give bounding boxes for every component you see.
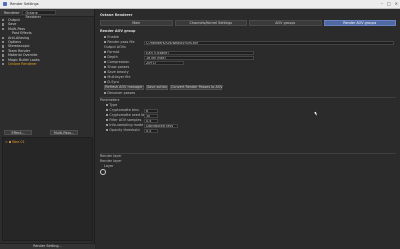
cryptomatte-bins-row: Cryptomatte bins [106,108,139,112]
denoiser-row[interactable]: Denoiser passes [104,91,135,95]
info-sampling-dropdown[interactable]: Distributed rays [144,124,178,128]
minimize-icon[interactable]: – [381,1,383,6]
right-pane: Octane Renderer Main Channels/Kernel Set… [96,9,400,249]
window-title: Render Settings [10,2,39,6]
tab-main[interactable]: Main [100,20,173,26]
cryptomatte-seed-checkbox[interactable] [106,114,109,117]
take-label: Take 01 [11,140,25,144]
format-dropdown[interactable]: EXR (Octane) [144,51,254,55]
renderer-dropdown[interactable]: Octane Renderer [22,10,57,19]
group-title: Render AOV group [100,29,136,33]
denoiser-checkbox[interactable] [104,92,107,95]
renderer-heading: Octane Renderer [100,13,133,17]
effect-button[interactable]: Effect... [4,130,32,135]
depth-row: Depth [104,55,118,59]
renderer-tabs: Main Channels/Kernel Settings AOV groups… [100,20,396,26]
depth-checkbox[interactable] [104,56,107,59]
settings-tree: Output Save Multi-Pass Post Effects Anti… [0,17,94,66]
checkbox[interactable] [2,23,5,26]
add-layer-icon[interactable] [100,169,106,175]
window-controls: – □ × [381,1,398,6]
render-layer-section[interactable]: Render layer [100,154,122,158]
show-passes-row[interactable]: Show passes [104,65,129,69]
save-beauty-row[interactable]: Save beauty [104,70,129,74]
layer-note: Layer [104,164,114,168]
take-color-icon [8,141,11,143]
render-layer-group[interactable]: Render layer [100,159,122,163]
checkbox[interactable] [2,49,5,53]
enable-row[interactable]: Enable [104,35,119,39]
multilayer-row[interactable]: Multilayer file [104,75,130,79]
opacity-threshold-row: Opacity threshold [106,128,139,132]
tab-render-aov-groups[interactable]: Render AOV groups [323,20,396,26]
checkbox[interactable] [2,45,5,48]
left-button-row: Effect... Multi-Pass... [4,130,78,135]
renderer-label: Renderer [4,10,20,15]
filter-samples-input[interactable]: 0.5 [144,119,158,123]
show-passes-checkbox[interactable] [104,66,107,69]
dsync-row[interactable]: D-Sync [104,80,119,84]
render-pass-file-row: Render pass file [104,40,135,44]
enable-checkbox[interactable] [104,36,107,39]
renderer-row: Renderer Octane Renderer [0,9,94,19]
checkbox[interactable] [2,36,5,39]
save-beauty-checkbox[interactable] [104,71,107,74]
cryptomatte-seed-input[interactable]: 10 [144,114,158,118]
multilayer-checkbox[interactable] [104,76,107,79]
mouse-cursor-icon [314,111,318,117]
compression-checkbox[interactable] [104,61,107,64]
close-icon[interactable]: × [5,140,8,144]
multipass-button[interactable]: Multi-Pass... [50,130,78,135]
checkbox[interactable] [2,54,5,57]
opacity-threshold-input[interactable]: 0.5 [144,129,158,133]
tab-channels-kernel[interactable]: Channels/Kernel Settings [174,20,247,26]
render-pass-file-input[interactable]: C:/Renders/Sys/Beauty/Sys.exr [144,41,394,45]
checkbox[interactable] [2,62,5,66]
filter-samples-row: Filter AOV samples [106,118,141,122]
render-setting-button[interactable]: Render Setting... [0,243,95,249]
output-aovs-row: Output AOVs [104,45,126,49]
compression-dropdown[interactable]: ZIP(1) [144,61,184,65]
checkbox[interactable] [2,58,5,61]
convert-passes-button[interactable]: Convert Render Passes to AOV [170,85,223,90]
compression-row: Compression [104,60,129,64]
format-row: Format [104,50,119,54]
info-sampling-row: Info-sampling mode [106,123,143,127]
app-icon [3,2,7,6]
tab-aov-groups[interactable]: AOV groups [249,20,322,26]
filter-samples-checkbox[interactable] [106,119,109,122]
close-icon[interactable]: × [395,1,398,6]
refresh-aov-button[interactable]: Refresh AOV manager [104,85,144,90]
render-pass-checkbox[interactable] [104,41,107,44]
checkbox[interactable] [2,40,5,44]
depth-dropdown[interactable]: 16 bit (half) [144,56,254,60]
save-action-button[interactable]: Save action [146,85,168,90]
cryptomatte-bins-checkbox[interactable] [106,109,109,112]
tree-item-octane-renderer[interactable]: Octane Renderer [0,62,94,66]
format-checkbox[interactable] [104,51,107,54]
title-bar: Render Settings – □ × [0,0,400,9]
checkbox[interactable] [2,19,5,22]
divider [100,97,396,98]
dsync-checkbox[interactable] [104,81,107,84]
left-pane: Renderer Octane Renderer Output Save Mul… [0,9,95,249]
checkbox[interactable] [2,27,5,31]
maximize-icon[interactable]: □ [387,1,391,6]
take-item[interactable]: × Take 01 [5,140,25,144]
takes-panel: × Take 01 [2,137,93,241]
opacity-threshold-checkbox[interactable] [106,129,109,132]
type-row[interactable]: Type [106,103,117,107]
info-sampling-checkbox[interactable] [106,124,109,127]
divider [100,153,396,154]
parameters-section[interactable]: Parameters [100,98,119,102]
